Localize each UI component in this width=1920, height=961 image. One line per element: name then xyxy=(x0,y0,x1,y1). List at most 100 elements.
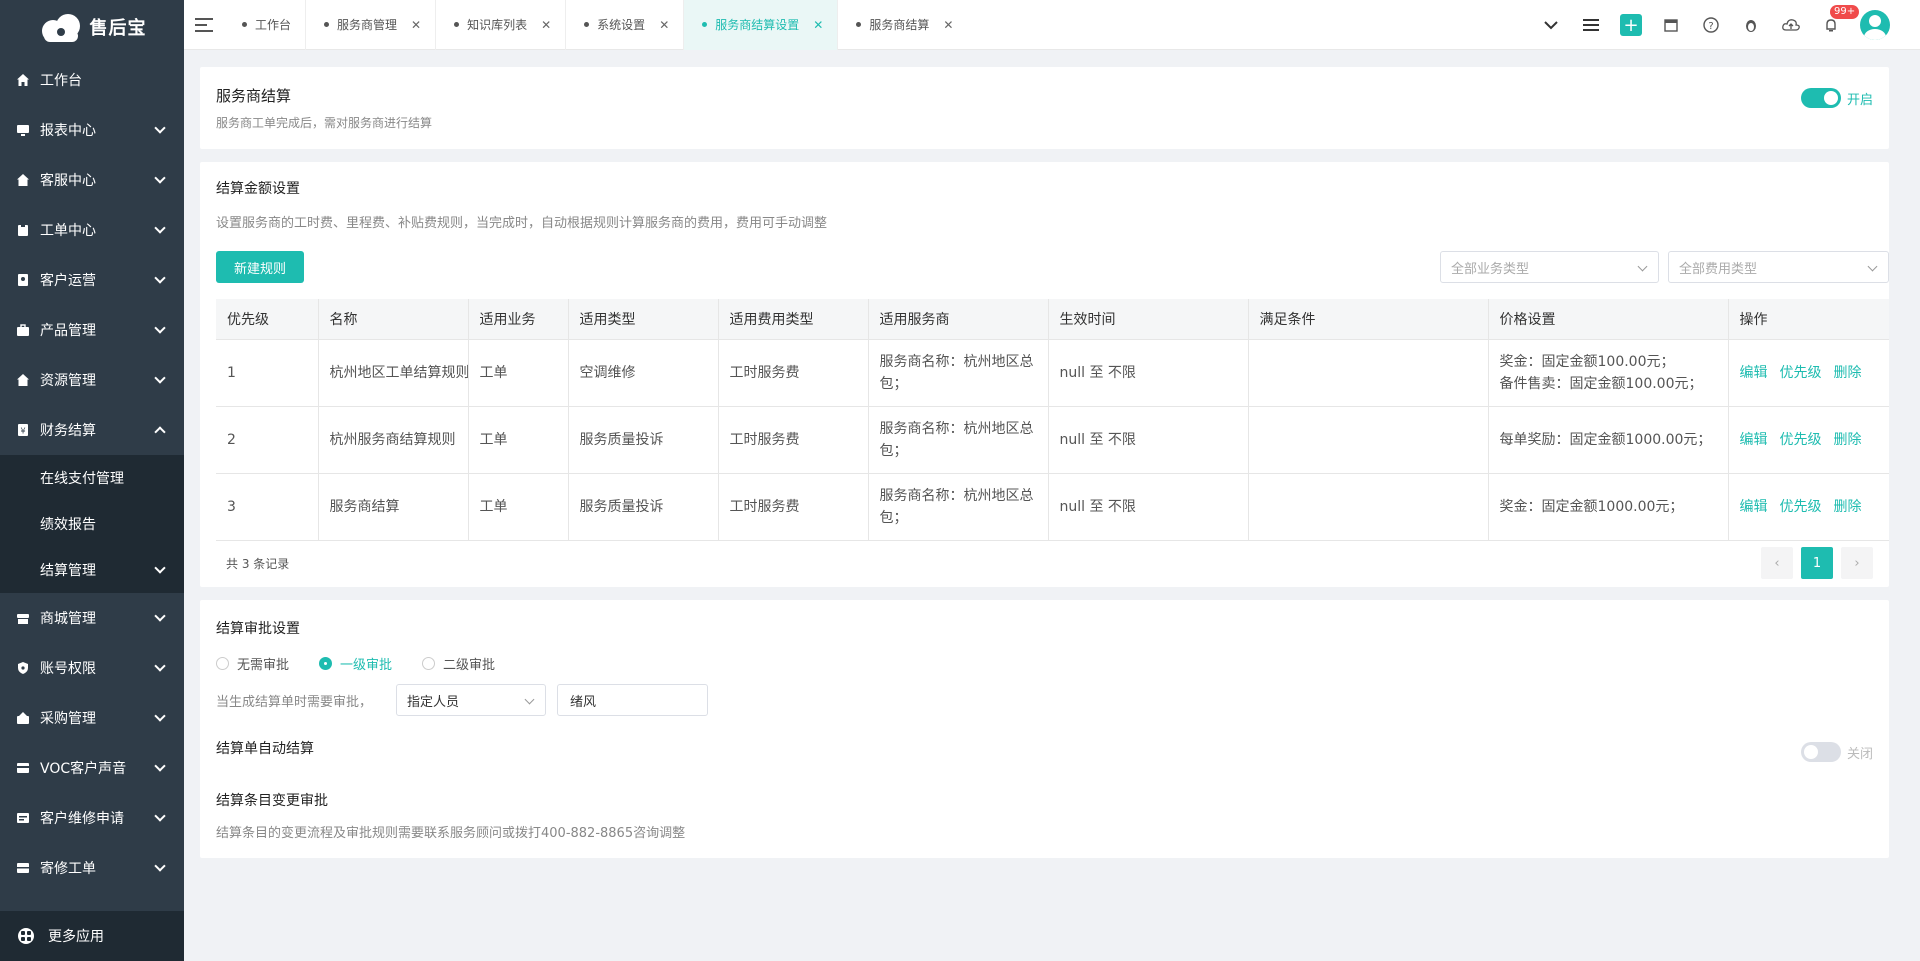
dot-icon xyxy=(702,22,708,27)
column-header: 适用服务商 xyxy=(868,299,1049,340)
sidebar-item-workbench[interactable]: 工作台 xyxy=(0,55,184,105)
page-title: 服务商结算 xyxy=(216,87,292,105)
tab-workbench[interactable]: 工作台 xyxy=(224,0,307,50)
tab-provider-settlement[interactable]: 服务商结算 ✕ xyxy=(838,0,967,50)
column-header: 适用类型 xyxy=(568,299,719,340)
list-icon[interactable] xyxy=(1580,14,1602,36)
priority-link[interactable]: 优先级 xyxy=(1780,499,1822,515)
sidebar-item-customer-ops[interactable]: 客户运营 xyxy=(0,255,184,305)
radio-level-two[interactable]: 二级审批 xyxy=(422,654,495,673)
cloud-upload-icon[interactable] xyxy=(1780,14,1802,36)
tab-provider-mgmt[interactable]: 服务商管理 ✕ xyxy=(306,0,437,50)
sidebar-item-service-center[interactable]: 客服中心 xyxy=(0,155,184,205)
approver-type-select[interactable]: 指定人员 xyxy=(396,684,546,716)
actions-cell: 编辑 优先级 删除 xyxy=(1728,339,1889,407)
logo[interactable]: 售后宝 xyxy=(0,0,184,54)
prev-page-button[interactable]: ‹ xyxy=(1761,547,1793,579)
sidebar-item-workorders[interactable]: 工单中心 xyxy=(0,205,184,255)
more-apps-label: 更多应用 xyxy=(48,929,104,945)
fee-type-filter[interactable]: 全部费用类型 xyxy=(1668,251,1889,283)
settlement-switch-card: 服务商结算 服务商工单完成后，需对服务商进行结算 开启 xyxy=(200,67,1889,149)
sidebar-item-online-payment[interactable]: 在线支付管理 xyxy=(0,455,184,501)
settlement-toggle[interactable] xyxy=(1800,88,1841,108)
sidebar-item-label: 产品管理 xyxy=(40,323,96,339)
bell-icon[interactable]: 99+ xyxy=(1820,5,1860,36)
page-button[interactable]: 1 xyxy=(1801,547,1833,579)
edit-link[interactable]: 编辑 xyxy=(1740,365,1768,381)
close-icon[interactable]: ✕ xyxy=(659,18,669,32)
sidebar-item-mail-repair[interactable]: 寄修工单 xyxy=(0,843,184,893)
finance-icon: ¥ xyxy=(16,423,30,437)
help-icon[interactable]: ? xyxy=(1700,14,1722,36)
monitor-icon xyxy=(16,123,30,137)
price-cell: 奖金：固定金额100.00元； 备件售卖：固定金额100.00元； xyxy=(1488,339,1729,407)
priority-link[interactable]: 优先级 xyxy=(1780,432,1822,448)
delete-link[interactable]: 删除 xyxy=(1834,499,1862,515)
auto-settle-toggle[interactable] xyxy=(1800,742,1841,762)
condition-cell xyxy=(1248,473,1489,541)
tab-settlement-settings[interactable]: 服务商结算设置 ✕ xyxy=(684,0,839,50)
sidebar-item-label: 寄修工单 xyxy=(40,861,96,877)
shop-icon xyxy=(16,611,30,625)
chevron-down-icon[interactable] xyxy=(1540,14,1562,36)
close-icon[interactable]: ✕ xyxy=(541,18,551,32)
collapse-sidebar-button[interactable] xyxy=(184,0,224,50)
calendar-icon[interactable] xyxy=(1660,14,1682,36)
auto-settle-title: 结算单自动结算 xyxy=(216,741,314,757)
tab-knowledge-base[interactable]: 知识库列表 ✕ xyxy=(436,0,567,50)
sidebar-item-label: 账号权限 xyxy=(40,661,96,677)
sidebar-item-repair-request[interactable]: 客户维修申请 xyxy=(0,793,184,843)
sidebar-item-finance[interactable]: ¥ 财务结算 xyxy=(0,405,184,455)
card-icon xyxy=(16,761,30,775)
tab-label: 服务商结算 xyxy=(869,18,930,32)
next-page-button[interactable]: › xyxy=(1841,547,1873,579)
sidebar-item-voc[interactable]: VOC客户声音 xyxy=(0,743,184,793)
clipboard-icon xyxy=(16,223,30,237)
sidebar-item-reports[interactable]: 报表中心 xyxy=(0,105,184,155)
time-cell: null 至 不限 xyxy=(1048,339,1249,407)
new-rule-button[interactable]: 新建规则 xyxy=(216,251,304,283)
sidebar-item-performance-report[interactable]: 绩效报告 xyxy=(0,501,184,547)
contact-icon xyxy=(16,273,30,287)
delete-link[interactable]: 删除 xyxy=(1834,365,1862,381)
approver-input[interactable]: 绪风 xyxy=(557,684,708,716)
sidebar-item-accounts[interactable]: 账号权限 xyxy=(0,643,184,693)
business-cell: 工单 xyxy=(468,339,569,407)
radio-label: 二级审批 xyxy=(443,658,496,673)
price-cell: 每单奖励：固定金额1000.00元； xyxy=(1488,406,1729,474)
actions-cell: 编辑 优先级 删除 xyxy=(1728,473,1889,541)
sidebar-item-label: 资源管理 xyxy=(40,373,96,389)
svg-text:¥: ¥ xyxy=(20,427,25,436)
chevron-up-icon xyxy=(154,426,166,438)
penguin-icon[interactable] xyxy=(1740,14,1762,36)
delete-link[interactable]: 删除 xyxy=(1834,432,1862,448)
close-icon[interactable]: ✕ xyxy=(411,18,421,32)
close-icon[interactable]: ✕ xyxy=(943,18,953,32)
radio-label: 一级审批 xyxy=(340,658,393,673)
priority-link[interactable]: 优先级 xyxy=(1780,365,1822,381)
radio-no-approval[interactable]: 无需审批 xyxy=(216,654,289,673)
sidebar-item-purchase[interactable]: 采购管理 xyxy=(0,693,184,743)
tab-system-settings[interactable]: 系统设置 ✕ xyxy=(566,0,685,50)
column-header: 名称 xyxy=(318,299,469,340)
menu-fold-icon xyxy=(195,17,213,32)
settlement-rules-table: 优先级 名称 适用业务 适用类型 适用费用类型 适用服务商 生效时间 满足条件 … xyxy=(216,299,1889,541)
close-icon[interactable]: ✕ xyxy=(813,18,823,32)
actions-cell: 编辑 优先级 删除 xyxy=(1728,406,1889,474)
add-icon[interactable]: + xyxy=(1620,14,1642,36)
business-type-filter[interactable]: 全部业务类型 xyxy=(1440,251,1659,283)
sidebar-item-resources[interactable]: 资源管理 xyxy=(0,355,184,405)
amount-settings-card: 结算金额设置 设置服务商的工时费、里程费、补贴费规则，当完成时，自动根据规则计算… xyxy=(200,162,1889,587)
edit-link[interactable]: 编辑 xyxy=(1740,499,1768,515)
chevron-down-icon xyxy=(154,322,166,334)
sidebar-item-mall[interactable]: 商城管理 xyxy=(0,593,184,643)
approval-level-radios: 无需审批 一级审批 二级审批 xyxy=(216,654,495,673)
sidebar-item-products[interactable]: 产品管理 xyxy=(0,305,184,355)
edit-link[interactable]: 编辑 xyxy=(1740,432,1768,448)
radio-level-one[interactable]: 一级审批 xyxy=(319,654,392,673)
priority-cell: 2 xyxy=(216,406,319,474)
avatar[interactable] xyxy=(1860,10,1890,40)
sidebar-item-settlement-mgmt[interactable]: 结算管理 xyxy=(0,547,184,593)
sidebar-item-label: 财务结算 xyxy=(40,423,96,439)
more-apps-button[interactable]: 更多应用 xyxy=(0,911,184,961)
